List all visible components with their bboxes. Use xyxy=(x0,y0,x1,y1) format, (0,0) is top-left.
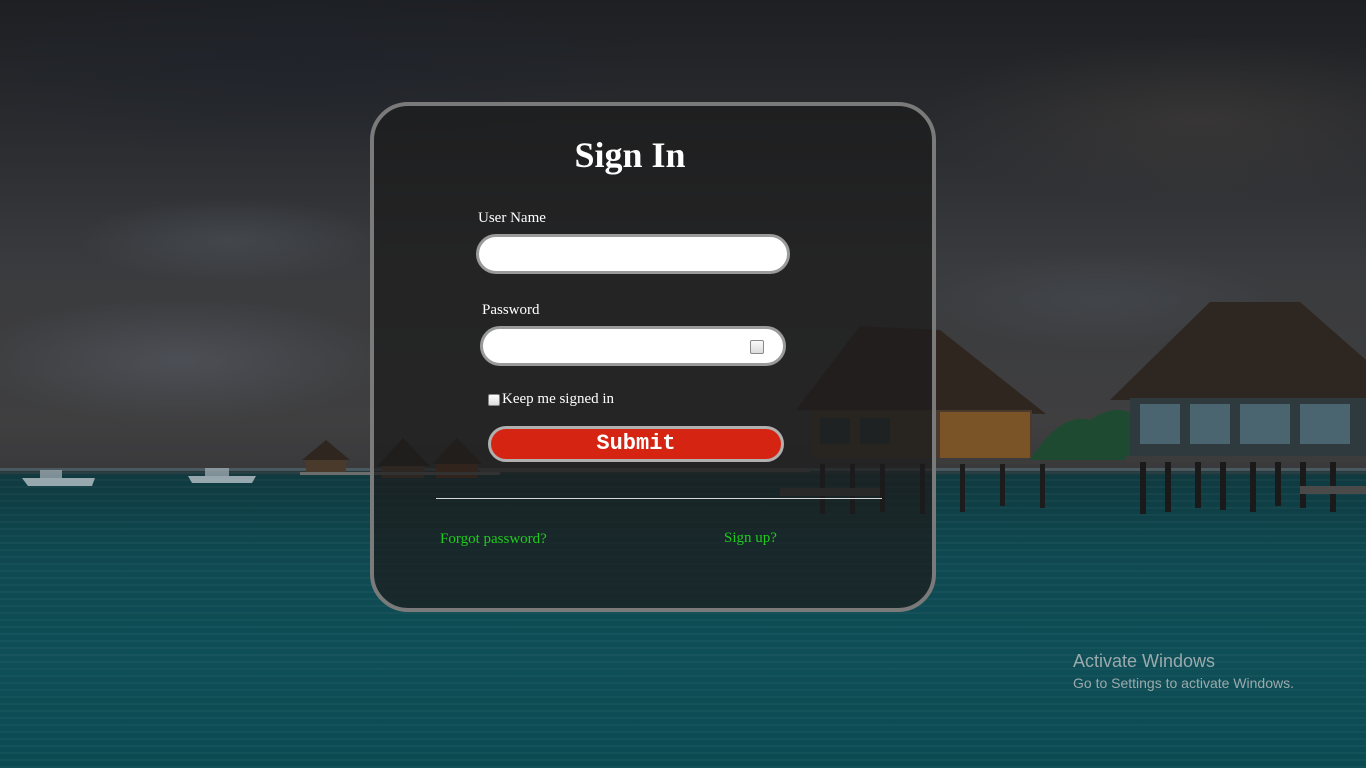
password-label: Password xyxy=(482,302,540,318)
watermark-subtitle: Go to Settings to activate Windows. xyxy=(1073,675,1294,691)
username-label: User Name xyxy=(478,210,546,226)
sign-in-card: Sign In User Name Password Keep me signe… xyxy=(370,102,936,612)
forgot-password-link[interactable]: Forgot password? xyxy=(440,531,547,548)
activate-windows-watermark: Activate Windows Go to Settings to activ… xyxy=(1073,651,1294,691)
username-input[interactable] xyxy=(476,234,790,274)
submit-button[interactable]: Submit xyxy=(488,426,784,462)
watermark-title: Activate Windows xyxy=(1073,651,1216,671)
sign-up-link[interactable]: Sign up? xyxy=(724,530,777,547)
password-reveal-icon[interactable] xyxy=(750,340,764,354)
keep-signed-in-label: Keep me signed in xyxy=(502,391,615,407)
keep-signed-in-checkbox[interactable] xyxy=(488,394,500,406)
sign-in-title: Sign In xyxy=(574,135,686,175)
password-input[interactable] xyxy=(480,326,786,366)
form-divider xyxy=(436,498,882,499)
